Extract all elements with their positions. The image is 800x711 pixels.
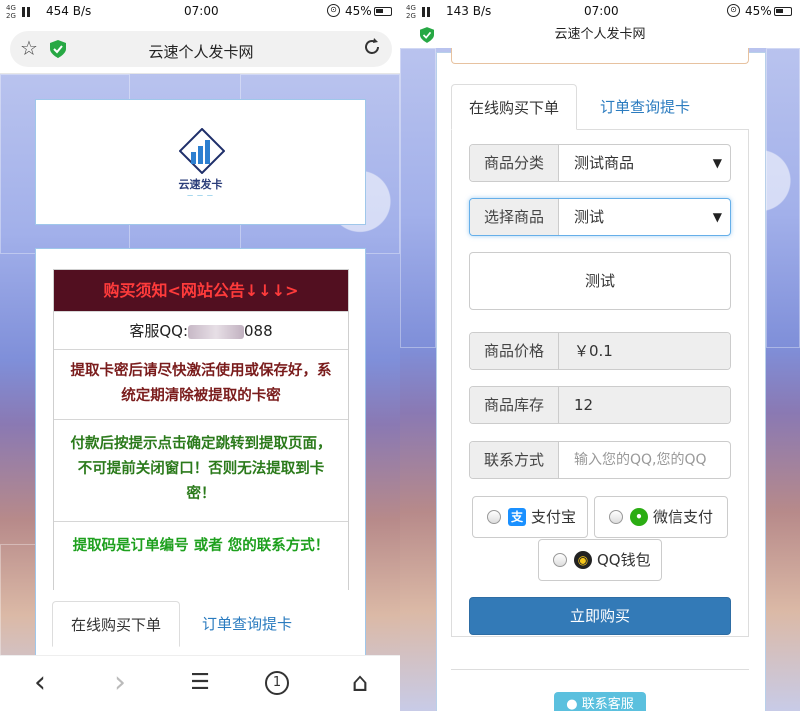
status-bar: 4G 2G 143 B/s 07:00 ⊙ 45% [400, 0, 800, 24]
radio-button[interactable] [609, 510, 623, 524]
price-label: 商品价格 [470, 333, 559, 369]
clock: 07:00 [584, 4, 619, 18]
radio-button[interactable] [487, 510, 501, 524]
vpn-icon: ⊙ [327, 4, 340, 17]
vpn-icon: ⊙ [727, 4, 740, 17]
category-value: 测试商品 [574, 154, 635, 172]
tab-buy-online[interactable]: 在线购买下单 [451, 84, 577, 130]
radio-button[interactable] [553, 553, 567, 567]
buy-now-button[interactable]: 立即购买 [469, 597, 731, 635]
alipay-label: 支付宝 [531, 508, 577, 526]
order-tabs: 在线购买下单 订单查询提卡 [451, 84, 749, 130]
category-select[interactable]: 商品分类 测试商品 ▼ [469, 144, 731, 182]
tab-order-query[interactable]: 订单查询提卡 [587, 84, 703, 130]
battery-icon [374, 7, 392, 16]
tab-order-query[interactable]: 订单查询提卡 [192, 601, 302, 647]
pay-option-alipay[interactable]: 支 支付宝 [472, 496, 588, 538]
logo-card: 云速发卡 — — — [35, 99, 366, 225]
browser-bottom-nav: ‹ › ☰ 1 ⌂ [0, 655, 400, 711]
clock: 07:00 [184, 4, 219, 18]
wechat-icon: • [630, 508, 648, 526]
address-bar[interactable]: ☆ 云速个人发卡网 [10, 31, 392, 67]
tabs-count-button[interactable]: 1 [265, 671, 289, 695]
product-value: 测试 [574, 208, 605, 226]
support-qq-suffix: 088 [244, 322, 273, 340]
category-label: 商品分类 [470, 145, 559, 181]
contact-support-label: 联系客服 [581, 697, 634, 711]
status-bar: 4G 2G 454 B/s 07:00 ⊙ 45% [0, 0, 400, 24]
price-field: 商品价格 ￥0.1 [469, 332, 731, 370]
battery-level: 45% [745, 4, 772, 18]
page-title-text: 云速个人发卡网 [554, 27, 646, 42]
network-speed: 143 B/s [446, 4, 492, 18]
network-type-icon: 4G 2G [6, 4, 16, 20]
signal-icon [422, 7, 425, 17]
pay-option-wechat[interactable]: • 微信支付 [594, 496, 728, 538]
wechat-label: 微信支付 [653, 508, 714, 526]
support-qq: 客服QQ: 088 [54, 312, 348, 350]
notice-line-1: 提取卡密后请尽快激活使用或保存好，系统定期清除被提取的卡密 [54, 350, 348, 420]
page-title: 云速个人发卡网 [148, 43, 254, 61]
stock-value: 12 [574, 396, 594, 414]
qq-penguin-icon: ◉ [574, 551, 592, 569]
logo-text: 云速发卡 [178, 178, 223, 191]
alipay-icon: 支 [508, 508, 526, 526]
right-screen: 4G 2G 143 B/s 07:00 ⊙ 45% 云速个人发卡网 在线购买下单 … [400, 0, 800, 711]
bg-tile [400, 48, 436, 348]
menu-button[interactable]: ☰ [185, 668, 215, 698]
product-label: 选择商品 [470, 199, 559, 235]
site-logo [179, 128, 225, 174]
signal-icon [427, 7, 430, 17]
dropdown-caret-icon: ▼ [712, 210, 722, 224]
back-button[interactable]: ‹ [25, 668, 55, 698]
product-description: 测试 [469, 252, 731, 310]
pay-option-qqwallet[interactable]: ◉ QQ钱包 [538, 539, 662, 581]
battery-level: 45% [345, 4, 372, 18]
page-title: 云速个人发卡网 [400, 24, 800, 48]
dropdown-caret-icon: ▼ [712, 156, 722, 170]
notice-table: 购买须知<网站公告↓↓↓> 客服QQ: 088 提取卡密后请尽快激活使用或保存好，… [53, 269, 349, 601]
home-button[interactable]: ⌂ [345, 668, 375, 698]
notice-heading: 购买须知<网站公告↓↓↓> [54, 270, 348, 312]
signal-icon [22, 7, 25, 17]
support-qq-prefix: 客服QQ: [129, 322, 189, 340]
left-screen: 4G 2G 454 B/s 07:00 ⊙ 45% ☆ 云速个人发卡网 云速发卡… [0, 0, 400, 711]
product-select[interactable]: 选择商品 测试 ▼ [469, 198, 731, 236]
shield-icon [420, 27, 434, 43]
forward-button[interactable]: › [105, 668, 135, 698]
notice-line-3: 提取码是订单编号 或者 您的联系方式！ [72, 538, 330, 554]
signal-icon [27, 7, 30, 17]
price-value: ￥0.1 [574, 342, 613, 360]
contact-input[interactable]: 联系方式 输入您的QQ,您的QQ [469, 441, 731, 479]
notice-line-2: 付款后按提示点击确定跳转到提取页面，不可提前关闭窗口！否则无法提取到卡密！ [54, 420, 348, 522]
previous-card-edge [451, 48, 749, 64]
contact-support-button[interactable]: ● 联系客服 [554, 692, 646, 711]
stock-field: 商品库存 12 [469, 386, 731, 424]
contact-placeholder: 输入您的QQ,您的QQ [574, 452, 707, 468]
user-icon: ● [566, 697, 578, 711]
browser-toolbar: ☆ 云速个人发卡网 [0, 24, 400, 74]
reload-icon[interactable] [362, 37, 382, 57]
contact-label: 联系方式 [470, 442, 559, 478]
bg-tile [766, 48, 800, 348]
battery-icon [774, 7, 792, 16]
logo-subtext-mark: — — — [187, 192, 214, 199]
order-tabs: 在线购买下单 订单查询提卡 [52, 601, 348, 647]
network-speed: 454 B/s [46, 4, 92, 18]
network-type-icon: 4G 2G [406, 4, 416, 20]
tab-buy-online[interactable]: 在线购买下单 [52, 601, 180, 647]
section-divider [451, 669, 749, 670]
stock-label: 商品库存 [470, 387, 559, 423]
redacted-number [188, 324, 245, 339]
qqwallet-label: QQ钱包 [597, 551, 651, 569]
